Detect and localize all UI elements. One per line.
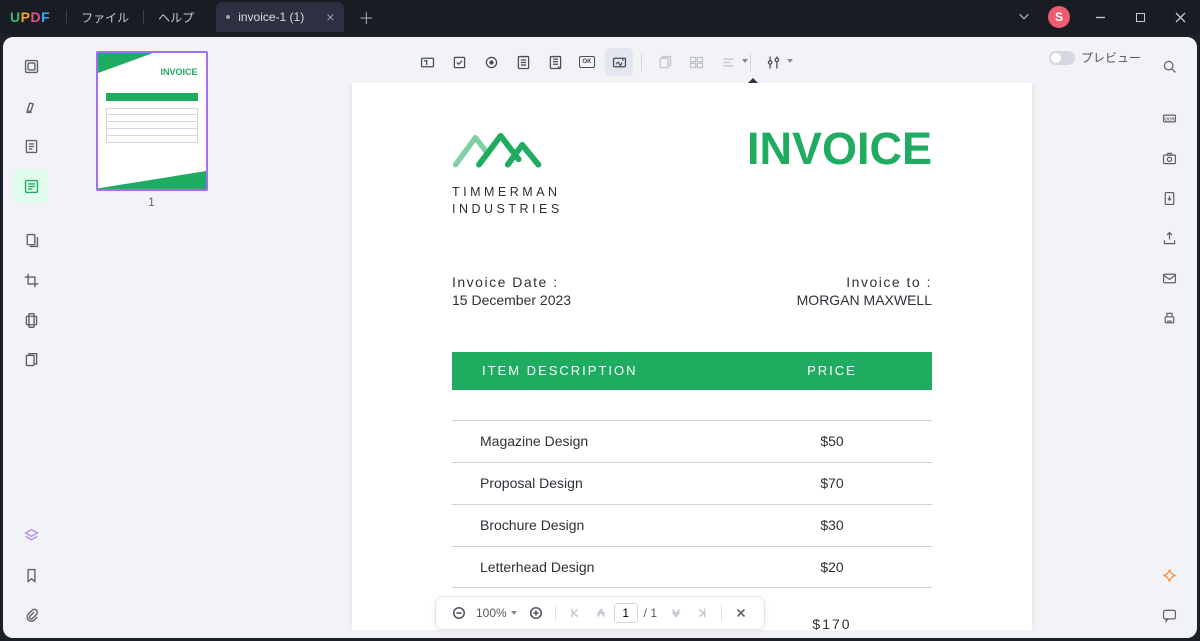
invoice-date-label: Invoice Date : (452, 274, 571, 290)
invoice-to-label: Invoice to : (797, 274, 932, 290)
tool-note-button[interactable] (14, 129, 48, 163)
tool-highlight-button[interactable] (14, 89, 48, 123)
row-price: $30 (732, 517, 932, 533)
text-field-button[interactable] (413, 48, 441, 76)
tool-select-button[interactable] (14, 49, 48, 83)
col-description-header: ITEM DESCRIPTION (452, 363, 732, 378)
screenshot-button[interactable] (1152, 141, 1186, 175)
dropdown-button[interactable] (509, 48, 537, 76)
invoice-title: INVOICE (747, 123, 932, 175)
ok-button[interactable]: OK (573, 48, 601, 76)
row-price: $50 (732, 433, 932, 449)
zoom-in-button[interactable] (523, 600, 549, 626)
row-description: Letterhead Design (452, 559, 732, 575)
col-price-header: PRICE (732, 363, 932, 378)
document-tab[interactable]: invoice-1 (1) × (216, 2, 344, 32)
bookmark-button[interactable] (14, 558, 48, 592)
menu-file[interactable]: ファイル (69, 0, 141, 34)
company-logo-icon (452, 123, 563, 178)
page-input[interactable] (614, 603, 638, 623)
toolbar-chevron-button[interactable] (1010, 9, 1038, 26)
tab-modified-indicator (226, 15, 230, 19)
separator (641, 53, 642, 71)
preview-toggle[interactable]: プレビュー (1049, 49, 1141, 66)
row-price: $70 (732, 475, 932, 491)
digital-signature-button[interactable] (605, 48, 633, 76)
radio-button[interactable] (477, 48, 505, 76)
page-total: / 1 (638, 606, 663, 620)
row-description: Proposal Design (452, 475, 732, 491)
close-bottom-bar-button[interactable] (728, 600, 754, 626)
page-viewport[interactable]: TIMMERMAN INDUSTRIES INVOICE Invoice Dat… (243, 83, 1141, 630)
user-avatar[interactable]: S (1048, 6, 1070, 28)
app-logo: UPDF (10, 9, 50, 25)
row-description: Magazine Design (452, 433, 732, 449)
menu-help[interactable]: ヘルプ (146, 0, 206, 34)
invoice-table: ITEM DESCRIPTION PRICE Magazine Design$5… (452, 352, 932, 630)
print-button[interactable] (1152, 301, 1186, 335)
align-button (682, 48, 710, 76)
title-bar: UPDF ファイル ヘルプ invoice-1 (1) × ＋ S (0, 0, 1200, 34)
separator (721, 605, 722, 621)
thumbnail-page-number: 1 (59, 195, 244, 209)
svg-text:OCR: OCR (1164, 116, 1175, 121)
checkbox-button[interactable] (445, 48, 473, 76)
separator (750, 53, 751, 71)
zoom-value[interactable]: 100% (472, 606, 509, 620)
separator (66, 10, 67, 24)
form-settings-button[interactable] (759, 48, 787, 76)
email-button[interactable] (1152, 261, 1186, 295)
page-thumbnail[interactable]: INVOICE (96, 51, 208, 191)
table-row: Letterhead Design$20 (452, 546, 932, 588)
window-minimize-button[interactable] (1080, 0, 1120, 34)
preview-toggle-label: プレビュー (1081, 49, 1141, 66)
tool-copy-button[interactable] (14, 343, 48, 377)
thumbnail-panel: INVOICE 1 (59, 37, 244, 638)
comment-button[interactable] (1152, 598, 1186, 632)
company-name: TIMMERMAN INDUSTRIES (452, 184, 563, 218)
attachment-button[interactable] (14, 598, 48, 632)
invoice-to-value: MORGAN MAXWELL (797, 292, 932, 308)
export-button[interactable] (1152, 181, 1186, 215)
tab-title: invoice-1 (1) (238, 10, 304, 24)
workspace: INVOICE 1 OK デジタル署名 プレビュー (0, 34, 1200, 641)
right-rail: OCR (1141, 37, 1197, 638)
bottom-bar: 100% / 1 (435, 596, 765, 630)
tool-form-button[interactable] (14, 169, 48, 203)
list-button[interactable] (541, 48, 569, 76)
prev-page-button[interactable] (588, 600, 614, 626)
new-tab-button[interactable]: ＋ (354, 5, 378, 29)
form-toolbar: OK (413, 45, 787, 79)
tab-close-button[interactable]: × (326, 9, 334, 25)
window-close-button[interactable] (1160, 0, 1200, 34)
layers-button[interactable] (14, 518, 48, 552)
zoom-caret-icon[interactable] (511, 611, 517, 615)
next-page-button[interactable] (663, 600, 689, 626)
first-page-button[interactable] (562, 600, 588, 626)
tool-page-manage-button[interactable] (14, 223, 48, 257)
table-row: Proposal Design$70 (452, 462, 932, 504)
last-page-button[interactable] (689, 600, 715, 626)
document-page: TIMMERMAN INDUSTRIES INVOICE Invoice Dat… (352, 83, 1032, 630)
thumb-invoice-label: INVOICE (160, 67, 197, 77)
tool-crop-button[interactable] (14, 263, 48, 297)
preview-toggle-switch[interactable] (1049, 51, 1075, 65)
table-row: Brochure Design$30 (452, 504, 932, 546)
window-maximize-button[interactable] (1120, 0, 1160, 34)
table-row: Magazine Design$50 (452, 420, 932, 462)
invoice-date-value: 15 December 2023 (452, 292, 571, 308)
separator (555, 605, 556, 621)
field-copy-button (650, 48, 678, 76)
zoom-out-button[interactable] (446, 600, 472, 626)
left-rail (3, 37, 59, 638)
row-price: $20 (732, 559, 932, 575)
ai-button[interactable] (1152, 558, 1186, 592)
distribute-button (714, 48, 742, 76)
separator (143, 10, 144, 24)
ocr-button[interactable]: OCR (1152, 101, 1186, 135)
search-button[interactable] (1152, 49, 1186, 83)
tool-watermark-button[interactable] (14, 303, 48, 337)
row-description: Brochure Design (452, 517, 732, 533)
share-button[interactable] (1152, 221, 1186, 255)
